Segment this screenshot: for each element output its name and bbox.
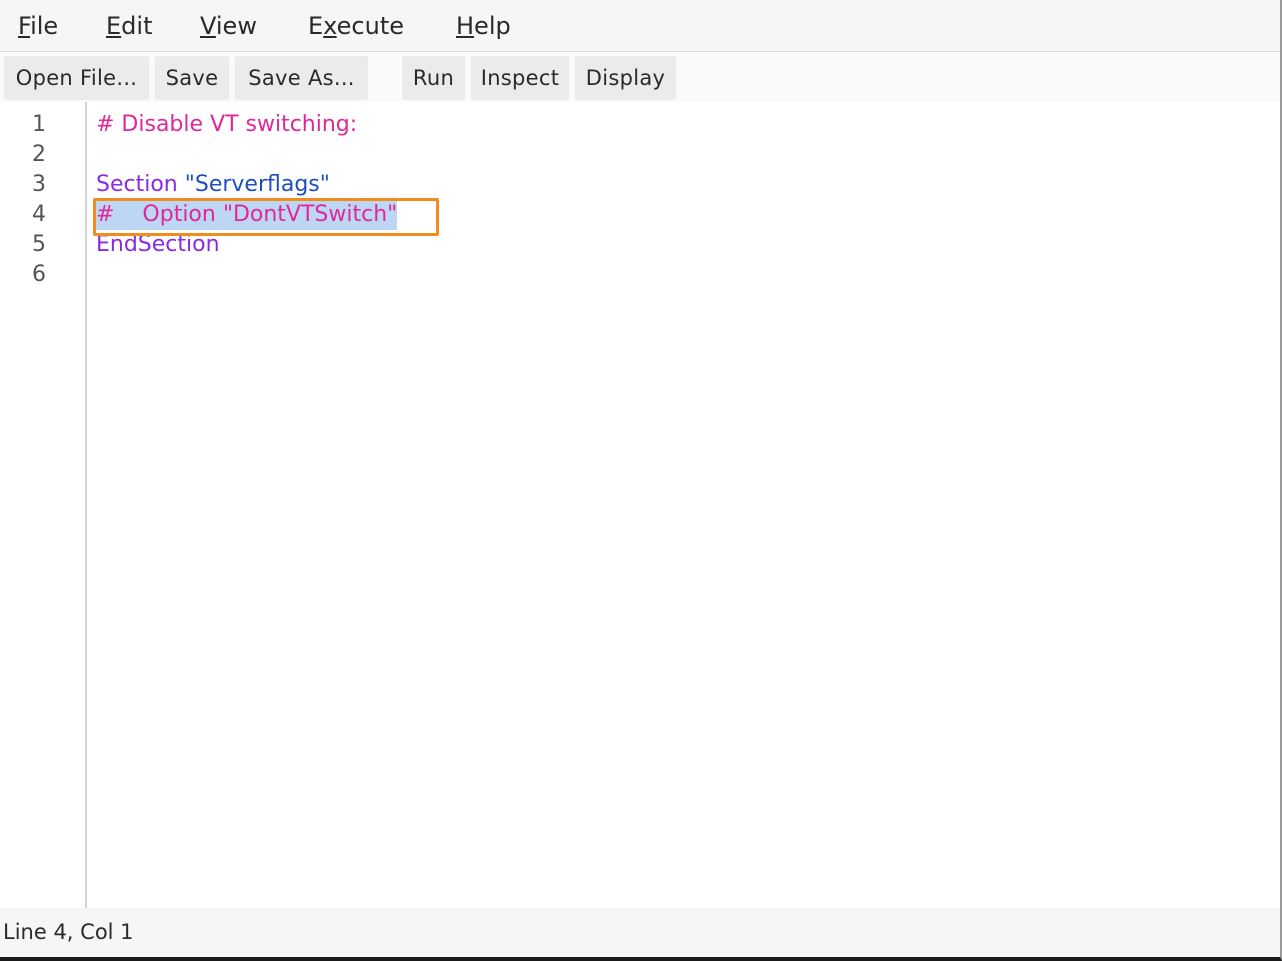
menu-file-label-post: ile (30, 12, 59, 40)
menu-edit[interactable]: Edit (106, 0, 152, 52)
menu-view[interactable]: View (200, 0, 257, 52)
menu-help-label-post: elp (474, 12, 511, 40)
annotation-highlight-box (93, 198, 439, 236)
menu-execute-label-post: ecute (336, 12, 404, 40)
menu-file-mnemonic: F (18, 12, 31, 40)
menu-edit-mnemonic: E (106, 12, 122, 40)
code-editor[interactable]: 1 2 3 4 5 6 # Disable VT switching: Sect… (0, 102, 1280, 908)
code-line-section[interactable]: Section "Serverflags" (96, 170, 330, 200)
menu-view-label-post: iew (215, 12, 257, 40)
inspect-button[interactable]: Inspect (471, 56, 569, 100)
cursor-position-status: Line 4, Col 1 (3, 920, 134, 944)
line-number: 1 (32, 112, 46, 137)
line-number-gutter: 1 2 3 4 5 6 (0, 102, 87, 908)
toolbar: Open File... Save Save As... Run Inspect… (0, 53, 1280, 102)
open-file-button[interactable]: Open File... (4, 56, 149, 100)
display-button[interactable]: Display (575, 56, 676, 100)
menu-edit-label-post: dit (121, 12, 153, 40)
line-number: 6 (32, 262, 46, 287)
line-number: 5 (32, 232, 46, 257)
status-bar: Line 4, Col 1 (0, 908, 1280, 957)
save-button[interactable]: Save (155, 56, 229, 100)
save-as-button[interactable]: Save As... (235, 56, 368, 100)
line-number: 3 (32, 172, 46, 197)
line-number: 4 (32, 202, 46, 227)
menu-file[interactable]: File (18, 0, 58, 52)
section-name-string: "Serverflags" (177, 172, 330, 197)
menu-execute-mnemonic: x (323, 12, 337, 40)
menu-view-mnemonic: V (200, 12, 216, 40)
menu-execute-label-pre: E (308, 12, 324, 40)
section-keyword: Section (96, 172, 178, 197)
editor-window: File Edit View Execute Help Open File...… (0, 0, 1282, 961)
menu-bar: File Edit View Execute Help (0, 0, 1280, 52)
menu-execute[interactable]: Execute (308, 0, 404, 52)
run-button[interactable]: Run (402, 56, 465, 100)
menu-help-mnemonic: H (456, 12, 475, 40)
line-number: 2 (32, 142, 46, 167)
code-line-comment-header[interactable]: # Disable VT switching: (96, 110, 357, 140)
menu-help[interactable]: Help (456, 0, 511, 52)
